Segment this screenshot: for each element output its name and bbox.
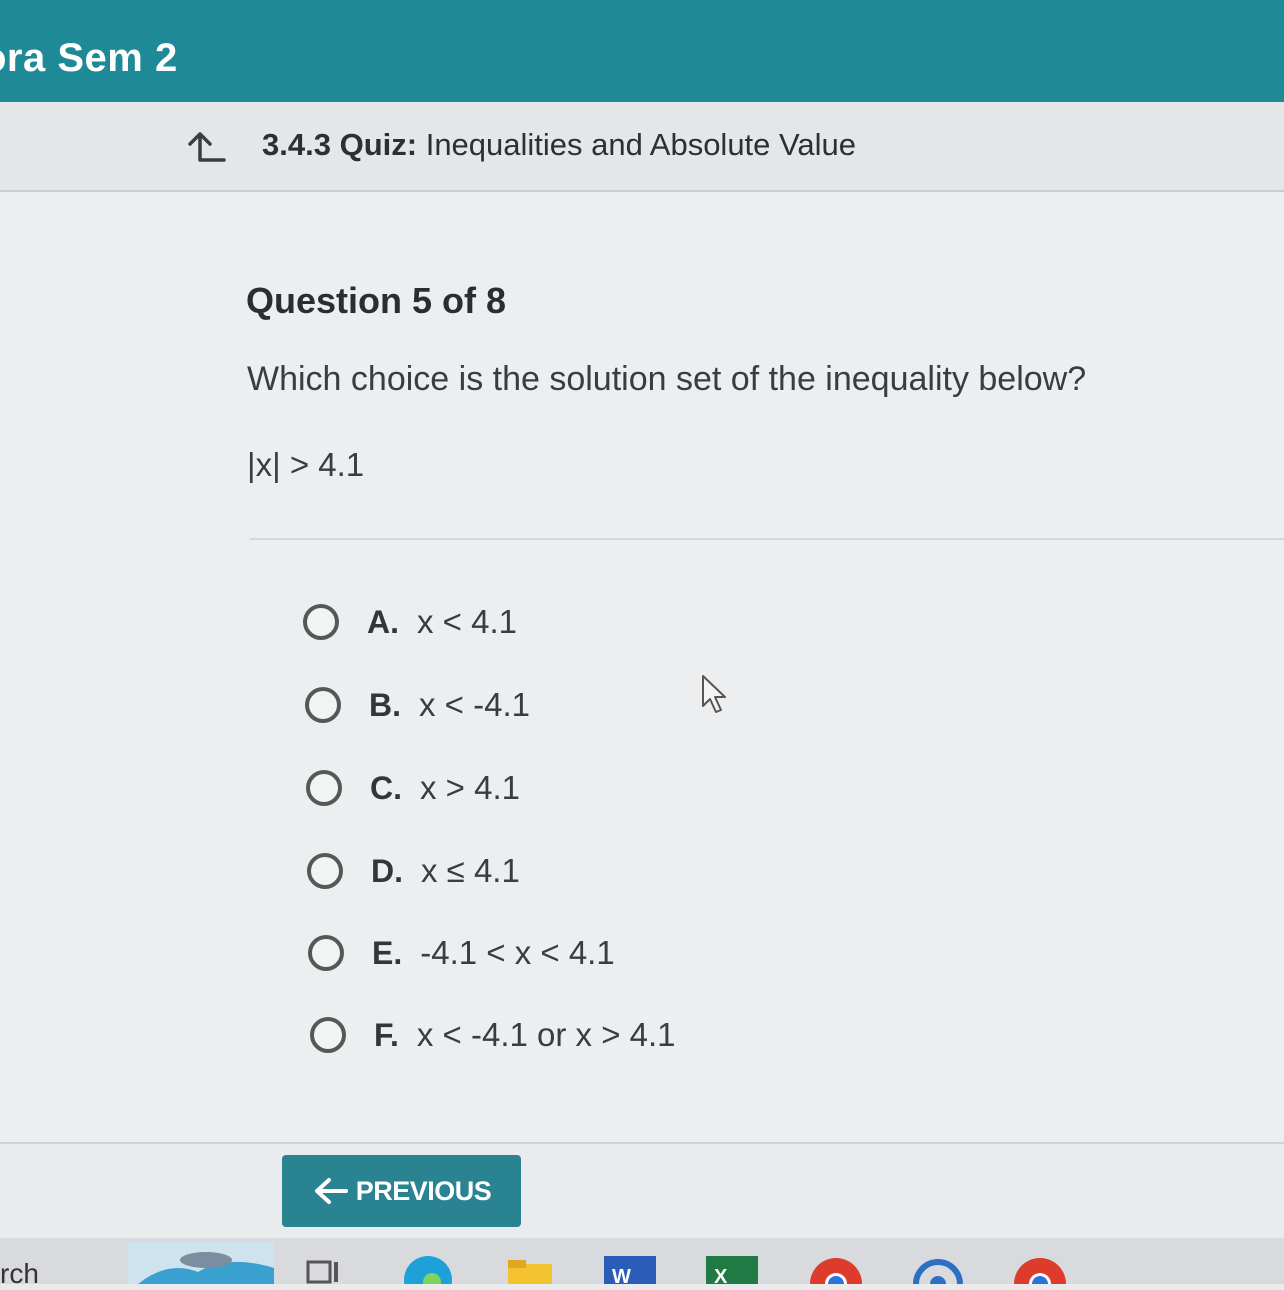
choice-text: x < -4.1 or x > 4.1: [416, 1016, 676, 1053]
course-header: ora Sem 2: [0, 0, 1284, 102]
divider: [250, 538, 1284, 540]
edge-icon[interactable]: [402, 1252, 454, 1284]
chrome-icon[interactable]: [808, 1254, 864, 1284]
question-number: Question 5 of 8: [246, 280, 507, 321]
radio-button[interactable]: [308, 935, 344, 971]
choice-letter: B.: [369, 686, 401, 723]
previous-button[interactable]: PREVIOUS: [282, 1155, 521, 1227]
quiz-number: 3.4.3: [262, 127, 331, 162]
radio-button[interactable]: [307, 853, 343, 889]
footer-divider: [0, 1142, 1284, 1144]
choice-letter: D.: [371, 852, 403, 889]
choice-text: x > 4.1: [420, 769, 520, 806]
choice-text: x ≤ 4.1: [421, 852, 520, 889]
choice-c[interactable]: C. x > 4.1: [306, 763, 520, 813]
choice-letter: A.: [367, 603, 399, 640]
quiz-name: Inequalities and Absolute Value: [425, 127, 857, 162]
choice-text: -4.1 < x < 4.1: [420, 934, 615, 971]
choice-e[interactable]: E. -4.1 < x < 4.1: [308, 928, 615, 978]
choice-text: x < 4.1: [417, 603, 517, 640]
choice-d[interactable]: D. x ≤ 4.1: [307, 846, 520, 896]
previous-label: PREVIOUS: [355, 1175, 492, 1206]
inequality-expression: |x| > 4.1: [247, 446, 365, 483]
question-panel: [0, 192, 1284, 1142]
task-view-icon[interactable]: [306, 1258, 342, 1284]
choice-f[interactable]: F. x < -4.1 or x > 4.1: [310, 1010, 676, 1060]
choice-a[interactable]: A. x < 4.1: [303, 597, 517, 647]
quiz-label: Quiz:: [339, 127, 418, 162]
file-explorer-icon[interactable]: [506, 1260, 554, 1284]
mouse-cursor-icon: [702, 675, 726, 713]
choice-b[interactable]: B. x < -4.1: [305, 680, 530, 730]
sync-icon[interactable]: [912, 1254, 964, 1284]
choice-letter: F.: [374, 1016, 399, 1053]
arrow-left-icon: [314, 1178, 348, 1204]
chrome-icon[interactable]: [1012, 1254, 1068, 1284]
svg-text:W: W: [612, 1266, 631, 1284]
radio-button[interactable]: [306, 770, 342, 806]
radio-button[interactable]: [310, 1017, 346, 1053]
radio-button[interactable]: [303, 604, 339, 640]
svg-text:X: X: [714, 1266, 728, 1284]
taskbar-search[interactable]: rch: [0, 1258, 39, 1290]
question-prompt: Which choice is the solution set of the …: [247, 360, 1087, 398]
choice-letter: C.: [370, 769, 402, 806]
course-title: ora Sem 2: [0, 36, 178, 80]
choice-letter: E.: [372, 934, 403, 971]
radio-button[interactable]: [305, 687, 341, 723]
dolphin-widget-icon[interactable]: [128, 1242, 274, 1284]
choice-text: x < -4.1: [419, 686, 530, 723]
back-arrow-icon[interactable]: [186, 128, 226, 164]
excel-icon[interactable]: X: [706, 1256, 758, 1284]
quiz-title: 3.4.3 Quiz: Inequalities and Absolute Va…: [262, 127, 856, 163]
word-icon[interactable]: W: [604, 1256, 656, 1284]
